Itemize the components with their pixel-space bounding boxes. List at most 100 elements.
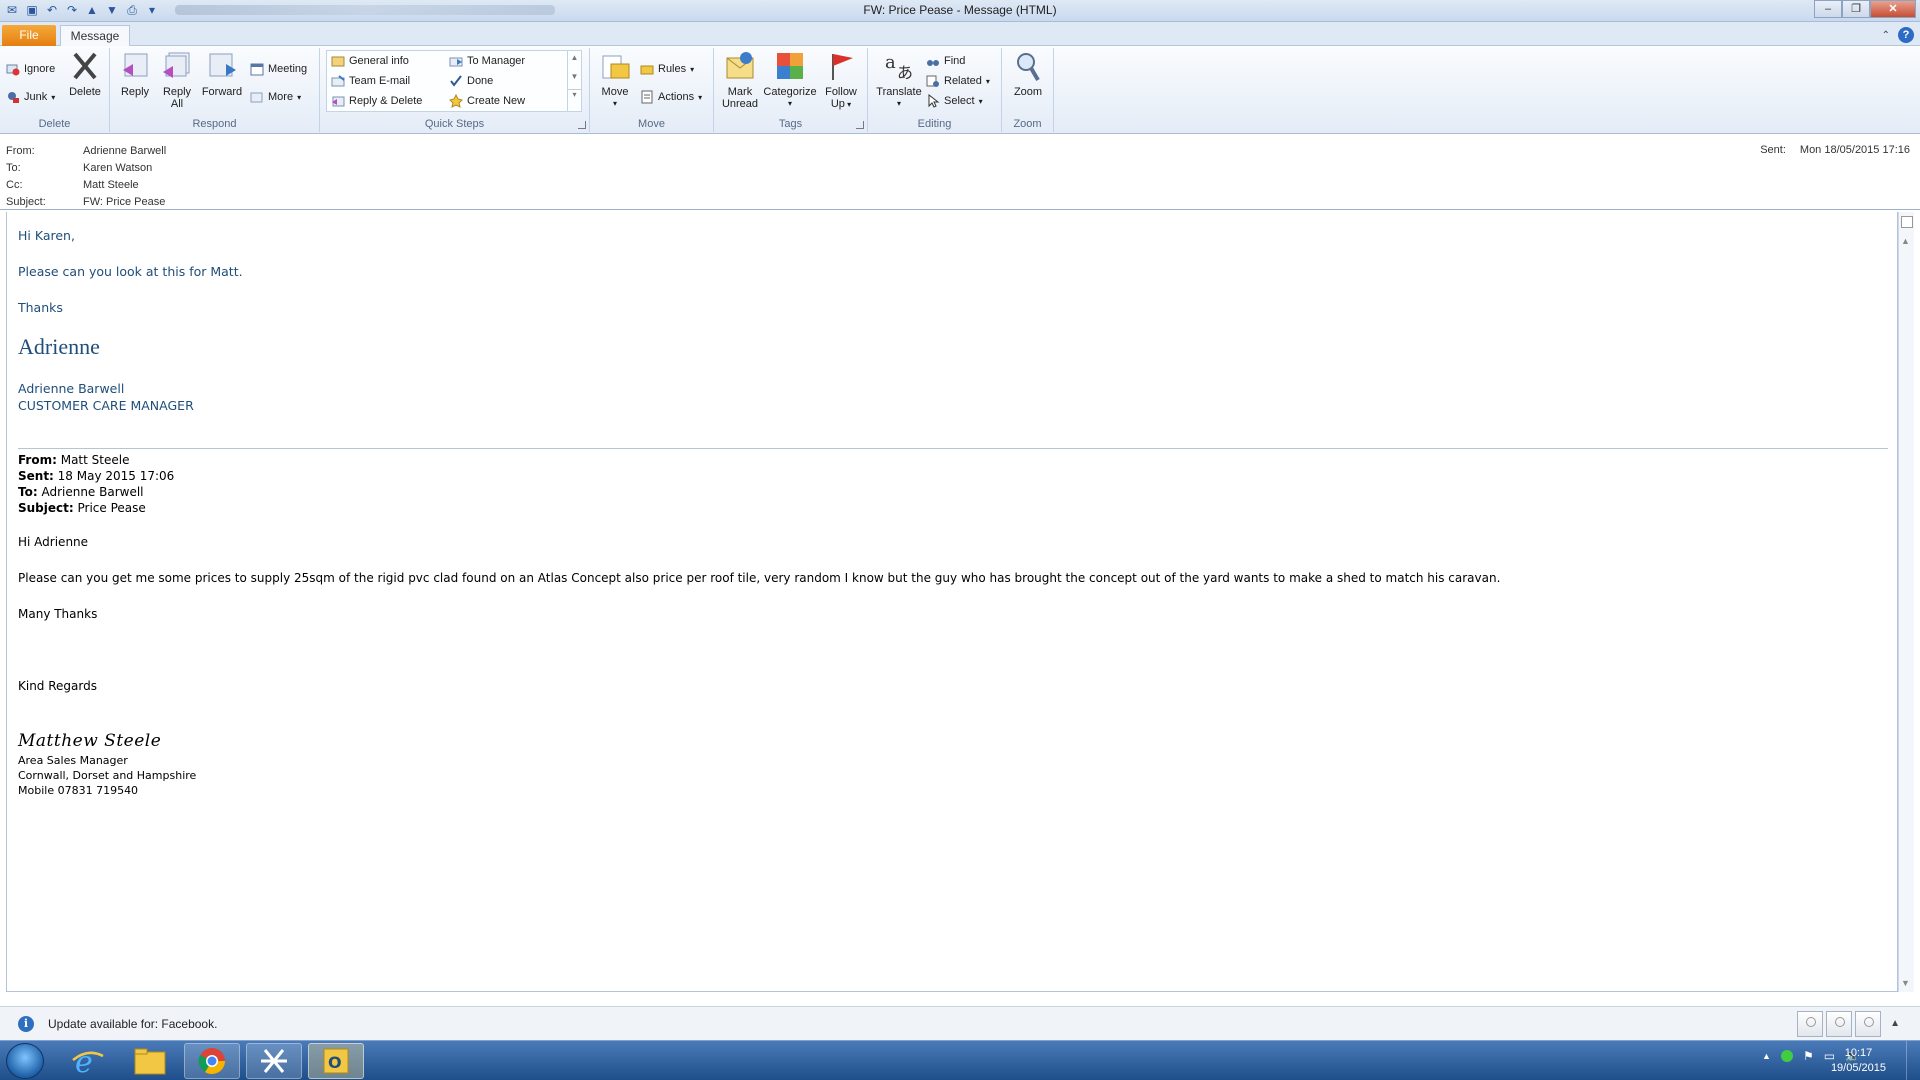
- group-delete: Ignore Junk ▾ Delete Delete: [0, 48, 110, 132]
- move-button[interactable]: Move ▾: [596, 50, 634, 110]
- minimize-button[interactable]: –: [1814, 0, 1842, 18]
- meeting-button[interactable]: Meeting: [250, 60, 307, 78]
- quick-step-label: Reply & Delete: [349, 95, 423, 107]
- group-label-move: Move: [638, 118, 665, 130]
- translate-button[interactable]: aあ Translate ▾: [872, 50, 926, 110]
- fwd-subject-label: Subject:: [18, 501, 74, 515]
- action-center-flag-icon[interactable]: ⚑: [1803, 1049, 1814, 1063]
- windows-start-icon[interactable]: [6, 1043, 44, 1079]
- cc-value[interactable]: Matt Steele: [83, 179, 139, 191]
- from-value[interactable]: Adrienne Barwell: [83, 145, 166, 157]
- quick-steps-scrollbar[interactable]: ▲ ▼ ▾: [567, 51, 581, 111]
- script-signature: Matthew Steele: [18, 731, 162, 751]
- quick-step-create-new[interactable]: Create New: [449, 92, 525, 110]
- categorize-icon: [774, 50, 806, 82]
- svg-text:a: a: [885, 52, 896, 73]
- group-label-editing: Editing: [917, 118, 952, 130]
- fwd-from-value: Matt Steele: [56, 453, 130, 467]
- categorize-button[interactable]: Categorize ▾: [762, 50, 818, 110]
- signature-title: CUSTOMER CARE MANAGER: [18, 398, 194, 413]
- tab-message[interactable]: Message: [60, 25, 130, 47]
- mark-unread-label-1: Mark: [727, 86, 753, 98]
- clock-date: 19/05/2015: [1830, 1062, 1886, 1074]
- status-green-icon[interactable]: [1780, 1050, 1793, 1062]
- zoom-button[interactable]: Zoom: [1008, 50, 1048, 98]
- dropdown-arrow-icon: ▾: [985, 76, 990, 86]
- scroll-down-icon[interactable]: ▼: [1901, 978, 1910, 988]
- reply-button[interactable]: Reply: [116, 50, 154, 98]
- team-email-icon: [331, 74, 345, 88]
- close-button[interactable]: ✕: [1870, 0, 1916, 18]
- meeting-label: Meeting: [268, 63, 308, 75]
- people-pane-toggle-icon[interactable]: [1901, 216, 1913, 228]
- related-icon: [926, 74, 940, 88]
- app-icon[interactable]: [246, 1043, 302, 1079]
- person-icon[interactable]: [1797, 1011, 1824, 1037]
- junk-label: Junk: [24, 91, 48, 103]
- select-button[interactable]: Select ▾: [926, 92, 983, 110]
- internet-explorer-icon[interactable]: e: [60, 1043, 116, 1079]
- reply-delete-icon: [331, 94, 345, 108]
- quick-step-to-manager[interactable]: To Manager: [449, 52, 525, 70]
- quick-step-done[interactable]: Done: [449, 72, 493, 90]
- show-desktop-button[interactable]: [1906, 1041, 1920, 1080]
- sig2-region: Cornwall, Dorset and Hampshire: [18, 769, 197, 782]
- dropdown-arrow-icon: ▾: [297, 92, 302, 102]
- checkmark-icon: [449, 74, 463, 88]
- group-label-quick-steps: Quick Steps: [424, 118, 485, 130]
- quick-steps-gallery: General info Team E-mail Reply & Delete …: [326, 50, 582, 112]
- outlook-taskbar-icon[interactable]: O: [308, 1043, 364, 1079]
- restore-button[interactable]: ❐: [1842, 0, 1870, 18]
- actions-label: Actions: [658, 91, 695, 103]
- message-body[interactable]: Hi Karen, Please can you look at this fo…: [6, 212, 1898, 992]
- group-tags: Mark Unread Categorize ▾ Follow Up ▾ Tag…: [714, 48, 868, 132]
- ignore-button[interactable]: Ignore: [6, 60, 55, 78]
- person-icon[interactable]: [1826, 1011, 1853, 1037]
- scroll-up-icon[interactable]: ▲: [1901, 236, 1910, 246]
- person-icon[interactable]: [1855, 1011, 1882, 1037]
- junk-button[interactable]: Junk ▾: [6, 88, 55, 106]
- quick-step-reply-delete[interactable]: Reply & Delete: [331, 92, 422, 110]
- taskbar-clock[interactable]: 10:17 19/05/2015: [1831, 1046, 1886, 1076]
- rules-icon: [640, 62, 654, 76]
- svg-text:O: O: [328, 1053, 342, 1072]
- rules-button[interactable]: Rules ▾: [640, 60, 694, 78]
- cursor-icon: [926, 93, 940, 108]
- fwd-sent-value: 18 May 2015 17:06: [53, 469, 175, 483]
- related-button[interactable]: Related ▾: [926, 72, 990, 90]
- mark-unread-button[interactable]: Mark Unread: [718, 50, 762, 110]
- follow-up-button[interactable]: Follow Up ▾: [820, 50, 862, 111]
- find-button[interactable]: Find: [926, 52, 965, 70]
- delete-button[interactable]: Delete: [66, 50, 104, 98]
- forward-button[interactable]: Forward: [200, 50, 244, 98]
- dropdown-arrow-icon: ▾: [698, 92, 703, 102]
- help-icon[interactable]: ?: [1898, 27, 1914, 43]
- forward-header-from: From: Matt Steele: [18, 452, 129, 468]
- quick-step-general-info[interactable]: General info: [331, 52, 409, 70]
- group-respond: Reply Reply All Forward Meeting More ▾ R…: [110, 48, 320, 132]
- ribbon-tabs: File Message ⌃ ?: [0, 22, 1920, 47]
- info-bar-text[interactable]: Update available for: Facebook.: [48, 1017, 217, 1031]
- mark-unread-icon: [724, 50, 756, 82]
- tab-file[interactable]: File: [2, 25, 56, 46]
- svg-text:あ: あ: [897, 63, 913, 82]
- expand-people-pane-icon[interactable]: ▲: [1890, 1011, 1900, 1037]
- minimize-ribbon-icon[interactable]: ⌃: [1882, 30, 1890, 41]
- show-hidden-icons-icon[interactable]: ▲: [1762, 1051, 1771, 1061]
- more-button[interactable]: More ▾: [250, 88, 301, 106]
- vertical-scrollbar[interactable]: ▲ ▼: [1898, 212, 1914, 992]
- sent-value: Mon 18/05/2015 17:16: [1799, 144, 1910, 156]
- dropdown-arrow-icon: ▾: [612, 99, 617, 108]
- file-explorer-icon[interactable]: [122, 1043, 178, 1079]
- quick-step-team-email[interactable]: Team E-mail: [331, 72, 410, 90]
- group-label-delete: Delete: [38, 118, 71, 130]
- people-pane: ▲: [1797, 1011, 1900, 1037]
- actions-button[interactable]: Actions ▾: [640, 88, 702, 106]
- meeting-icon: [250, 62, 264, 76]
- group-editing: aあ Translate ▾ Find Related ▾ Select ▾ E…: [868, 48, 1002, 132]
- reply-all-button[interactable]: Reply All: [158, 50, 196, 110]
- more-icon: [250, 90, 264, 104]
- chrome-icon[interactable]: [184, 1043, 240, 1079]
- dropdown-arrow-icon: ▾: [690, 64, 695, 74]
- to-value[interactable]: Karen Watson: [83, 162, 152, 174]
